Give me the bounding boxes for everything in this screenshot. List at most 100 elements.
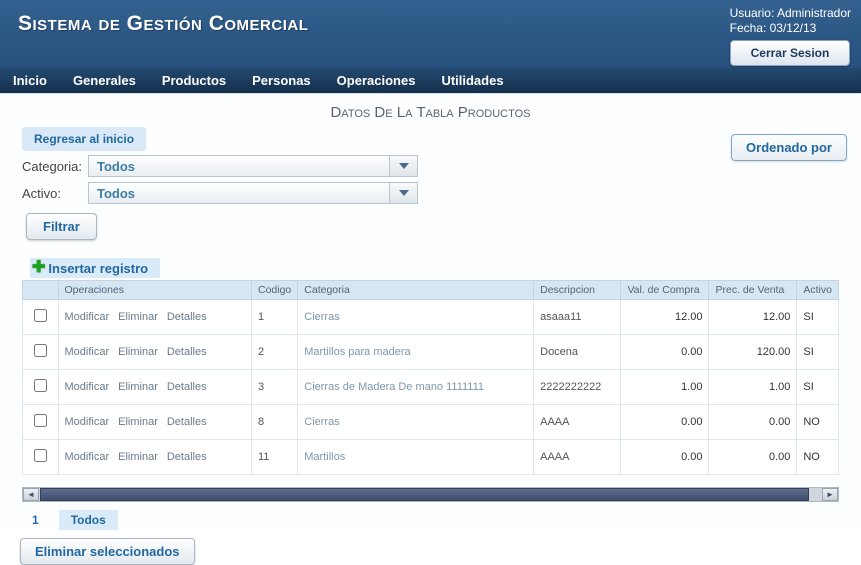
header-prec-venta: Prec. de Venta	[708, 280, 798, 300]
cell-descripcion: AAAA	[533, 439, 622, 475]
insert-record-link[interactable]: ✚ Insertar registro	[30, 258, 161, 278]
cell-categoria: Martillos para madera	[297, 334, 535, 370]
table-row: Modificar Eliminar Detalles 1 Cierras asaa…	[22, 299, 839, 335]
cell-prec-venta: 0.00	[708, 439, 798, 475]
details-link[interactable]: Detalles	[167, 346, 207, 358]
chevron-down-icon	[398, 163, 409, 169]
page-title: Datos De La Tabla Productos	[330, 104, 531, 121]
order-by-button[interactable]: Ordenado por	[731, 134, 847, 161]
delete-link[interactable]: Eliminar	[118, 381, 158, 393]
cell-categoria: Cierras de Madera De mano 1111111	[297, 369, 535, 405]
details-link[interactable]: Detalles	[167, 451, 207, 463]
modify-link[interactable]: Modificar	[65, 416, 110, 428]
header-categoria: Categoria	[297, 280, 535, 300]
scroll-left-button[interactable]: ◄	[23, 488, 39, 501]
content-area: Datos De La Tabla Productos Regresar al …	[0, 94, 861, 565]
header-operaciones: Operaciones	[57, 280, 252, 300]
nav-item-generales[interactable]: Generales	[60, 68, 149, 93]
row-checkbox[interactable]	[33, 379, 47, 392]
table-row: Modificar Eliminar Detalles 3 Cierras de M…	[22, 369, 839, 405]
activo-select[interactable]: Todos	[88, 182, 418, 204]
filter-button[interactable]: Filtrar	[26, 213, 97, 240]
cell-categoria: Cierras	[297, 404, 535, 440]
cell-prec-venta: 1.00	[708, 369, 798, 405]
table-row: Modificar Eliminar Detalles 8 Cierras AAAA…	[22, 404, 839, 440]
cell-activo: SI	[796, 334, 839, 370]
header-activo: Activo	[796, 280, 839, 300]
activo-filter-row: Activo: Todos	[22, 181, 861, 205]
scrollbar-track[interactable]	[810, 488, 822, 501]
row-checkbox[interactable]	[33, 344, 47, 357]
cell-descripcion: Docena	[533, 334, 622, 370]
delete-link[interactable]: Eliminar	[118, 451, 158, 463]
cell-val-compra: 12.00	[620, 299, 710, 335]
header-descripcion: Descripcion	[533, 280, 622, 300]
row-checkbox[interactable]	[33, 449, 47, 462]
cell-codigo: 1	[250, 299, 299, 335]
nav-item-personas[interactable]: Personas	[239, 68, 324, 93]
activo-dropdown-button[interactable]	[389, 183, 417, 203]
cell-prec-venta: 0.00	[708, 404, 798, 440]
cell-descripcion: asaaa11	[533, 299, 622, 335]
cell-activo: SI	[796, 369, 839, 405]
details-link[interactable]: Detalles	[167, 416, 207, 428]
table-row: Modificar Eliminar Detalles 11 Martillos A…	[22, 439, 839, 475]
cell-codigo: 11	[250, 439, 299, 475]
cell-descripcion: AAAA	[533, 404, 622, 440]
categoria-select[interactable]: Todos	[88, 155, 418, 177]
nav-item-utilidades[interactable]: Utilidades	[428, 68, 516, 93]
header-user-panel: Usuario: Administrador Fecha: 03/12/13 C…	[729, 6, 851, 66]
header-checkbox-col	[22, 280, 59, 300]
delete-link[interactable]: Eliminar	[118, 416, 158, 428]
cell-prec-venta: 12.00	[708, 299, 798, 335]
pagination: 1 Todos	[26, 510, 861, 530]
categoria-selected-value: Todos	[97, 159, 136, 174]
header-val-compra: Val. de Compra	[620, 280, 710, 300]
cell-categoria: Martillos	[297, 439, 535, 475]
delete-link[interactable]: Eliminar	[118, 311, 158, 323]
cell-activo: NO	[796, 439, 839, 475]
cell-descripcion: 2222222222	[533, 369, 622, 405]
details-link[interactable]: Detalles	[167, 381, 207, 393]
nav-item-inicio[interactable]: Inicio	[0, 68, 60, 93]
cell-codigo: 2	[250, 334, 299, 370]
cell-val-compra: 0.00	[620, 334, 710, 370]
user-label: Usuario: Administrador	[729, 6, 851, 20]
logout-button[interactable]: Cerrar Sesion	[729, 40, 851, 66]
app-header: Sistema de Gestión Comercial Usuario: Ad…	[0, 0, 861, 68]
main-nav: Inicio Generales Productos Personas Oper…	[0, 68, 861, 94]
categoria-dropdown-button[interactable]	[389, 156, 417, 176]
products-table: Operaciones Codigo Categoria Descripcion…	[22, 280, 839, 475]
page-number-1[interactable]: 1	[26, 510, 45, 530]
row-checkbox[interactable]	[33, 414, 47, 427]
modify-link[interactable]: Modificar	[65, 381, 110, 393]
nav-item-operaciones[interactable]: Operaciones	[324, 68, 429, 93]
delete-link[interactable]: Eliminar	[118, 346, 158, 358]
activo-label: Activo:	[22, 185, 62, 201]
delete-selected-button[interactable]: Eliminar seleccionados	[20, 538, 195, 565]
cell-activo: SI	[796, 299, 839, 335]
details-link[interactable]: Detalles	[167, 311, 207, 323]
show-all-link[interactable]: Todos	[58, 510, 118, 530]
table-header-row: Operaciones Codigo Categoria Descripcion…	[22, 280, 839, 300]
nav-item-productos[interactable]: Productos	[149, 68, 239, 93]
plus-icon: ✚	[32, 259, 46, 276]
row-checkbox[interactable]	[33, 309, 47, 322]
cell-categoria: Cierras	[297, 299, 535, 335]
back-to-home-button[interactable]: Regresar al inicio	[22, 127, 147, 151]
cell-val-compra: 1.00	[620, 369, 710, 405]
cell-codigo: 8	[250, 404, 299, 440]
modify-link[interactable]: Modificar	[65, 451, 110, 463]
modify-link[interactable]: Modificar	[65, 311, 110, 323]
cell-val-compra: 0.00	[620, 439, 710, 475]
scroll-right-button[interactable]: ►	[822, 488, 838, 501]
cell-val-compra: 0.00	[620, 404, 710, 440]
cell-codigo: 3	[250, 369, 299, 405]
modify-link[interactable]: Modificar	[65, 346, 110, 358]
scrollbar-thumb[interactable]	[40, 488, 809, 501]
cell-activo: NO	[796, 404, 839, 440]
date-label: Fecha: 03/12/13	[729, 21, 817, 35]
insert-record-label: Insertar registro	[48, 260, 149, 276]
cell-prec-venta: 120.00	[708, 334, 798, 370]
horizontal-scrollbar[interactable]: ◄ ►	[22, 487, 839, 502]
